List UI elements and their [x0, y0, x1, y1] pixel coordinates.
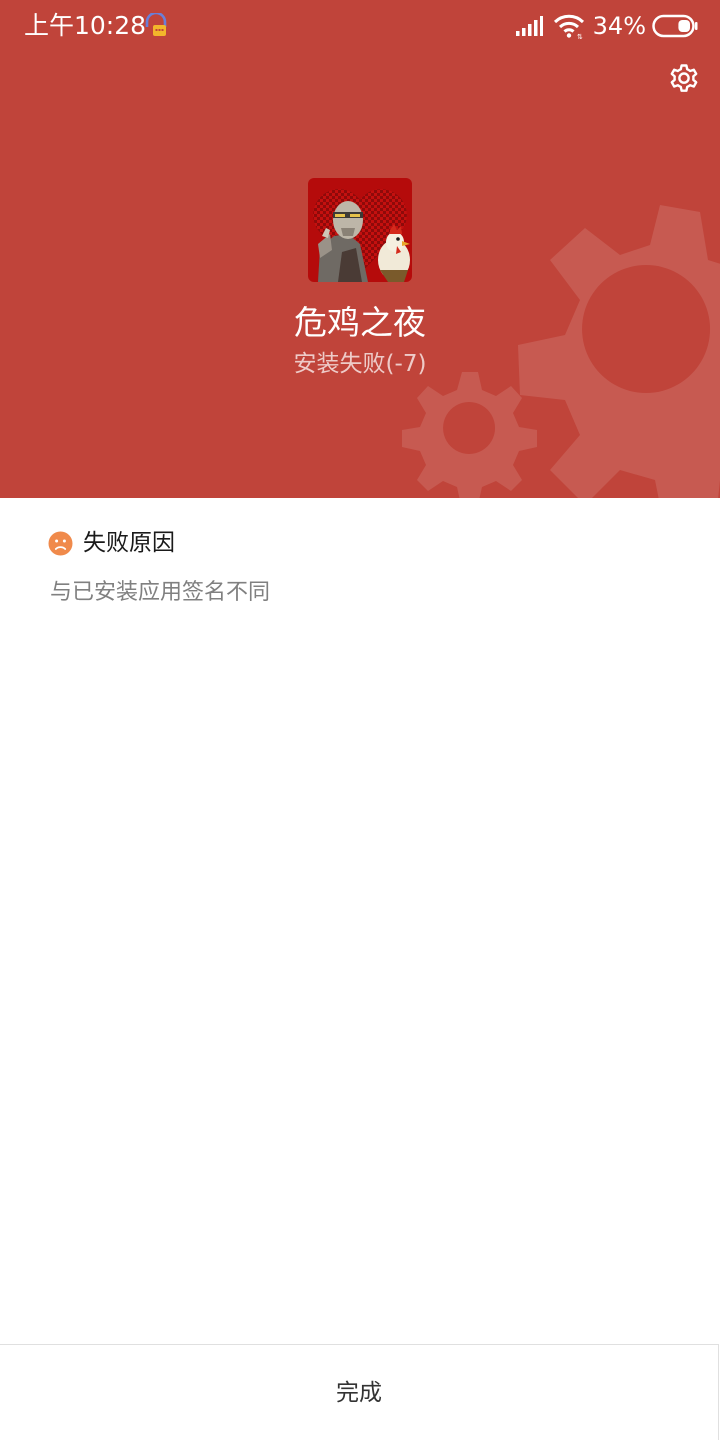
status-time: 上午10:28	[24, 11, 147, 40]
settings-button[interactable]	[662, 56, 706, 100]
small-gear-shape	[402, 372, 537, 498]
wifi-icon: ⇅	[553, 14, 584, 39]
install-status: 安装失败(-7)	[293, 351, 427, 377]
signal-icon	[515, 16, 543, 36]
gear-icon	[670, 64, 698, 92]
battery-percentage: 34%	[592, 12, 646, 40]
app-name: 危鸡之夜	[294, 303, 426, 342]
failure-reason-title: 失败原因	[83, 530, 175, 556]
svg-text:⇅: ⇅	[577, 33, 583, 39]
footer-bar: 完成	[0, 1344, 719, 1440]
done-button[interactable]: 完成	[0, 1345, 718, 1440]
status-indicators: ⇅ 34%	[515, 10, 698, 42]
install-result-screen: 上午10:28 ⇅ 34% 危鸡之夜 安装失败(-7) 失败原因 与已安装应用签…	[0, 0, 720, 1440]
failure-reason-header: 失败原因	[48, 526, 175, 560]
game-app-icon	[308, 178, 412, 282]
install-header: 上午10:28 ⇅ 34% 危鸡之夜 安装失败(-7)	[0, 0, 720, 498]
status-bar: 上午10:28 ⇅ 34%	[0, 0, 720, 52]
battery-icon	[652, 14, 698, 38]
notification-app-icon	[145, 13, 167, 36]
failure-reason-text: 与已安装应用签名不同	[50, 580, 271, 605]
sad-face-icon	[48, 531, 73, 555]
